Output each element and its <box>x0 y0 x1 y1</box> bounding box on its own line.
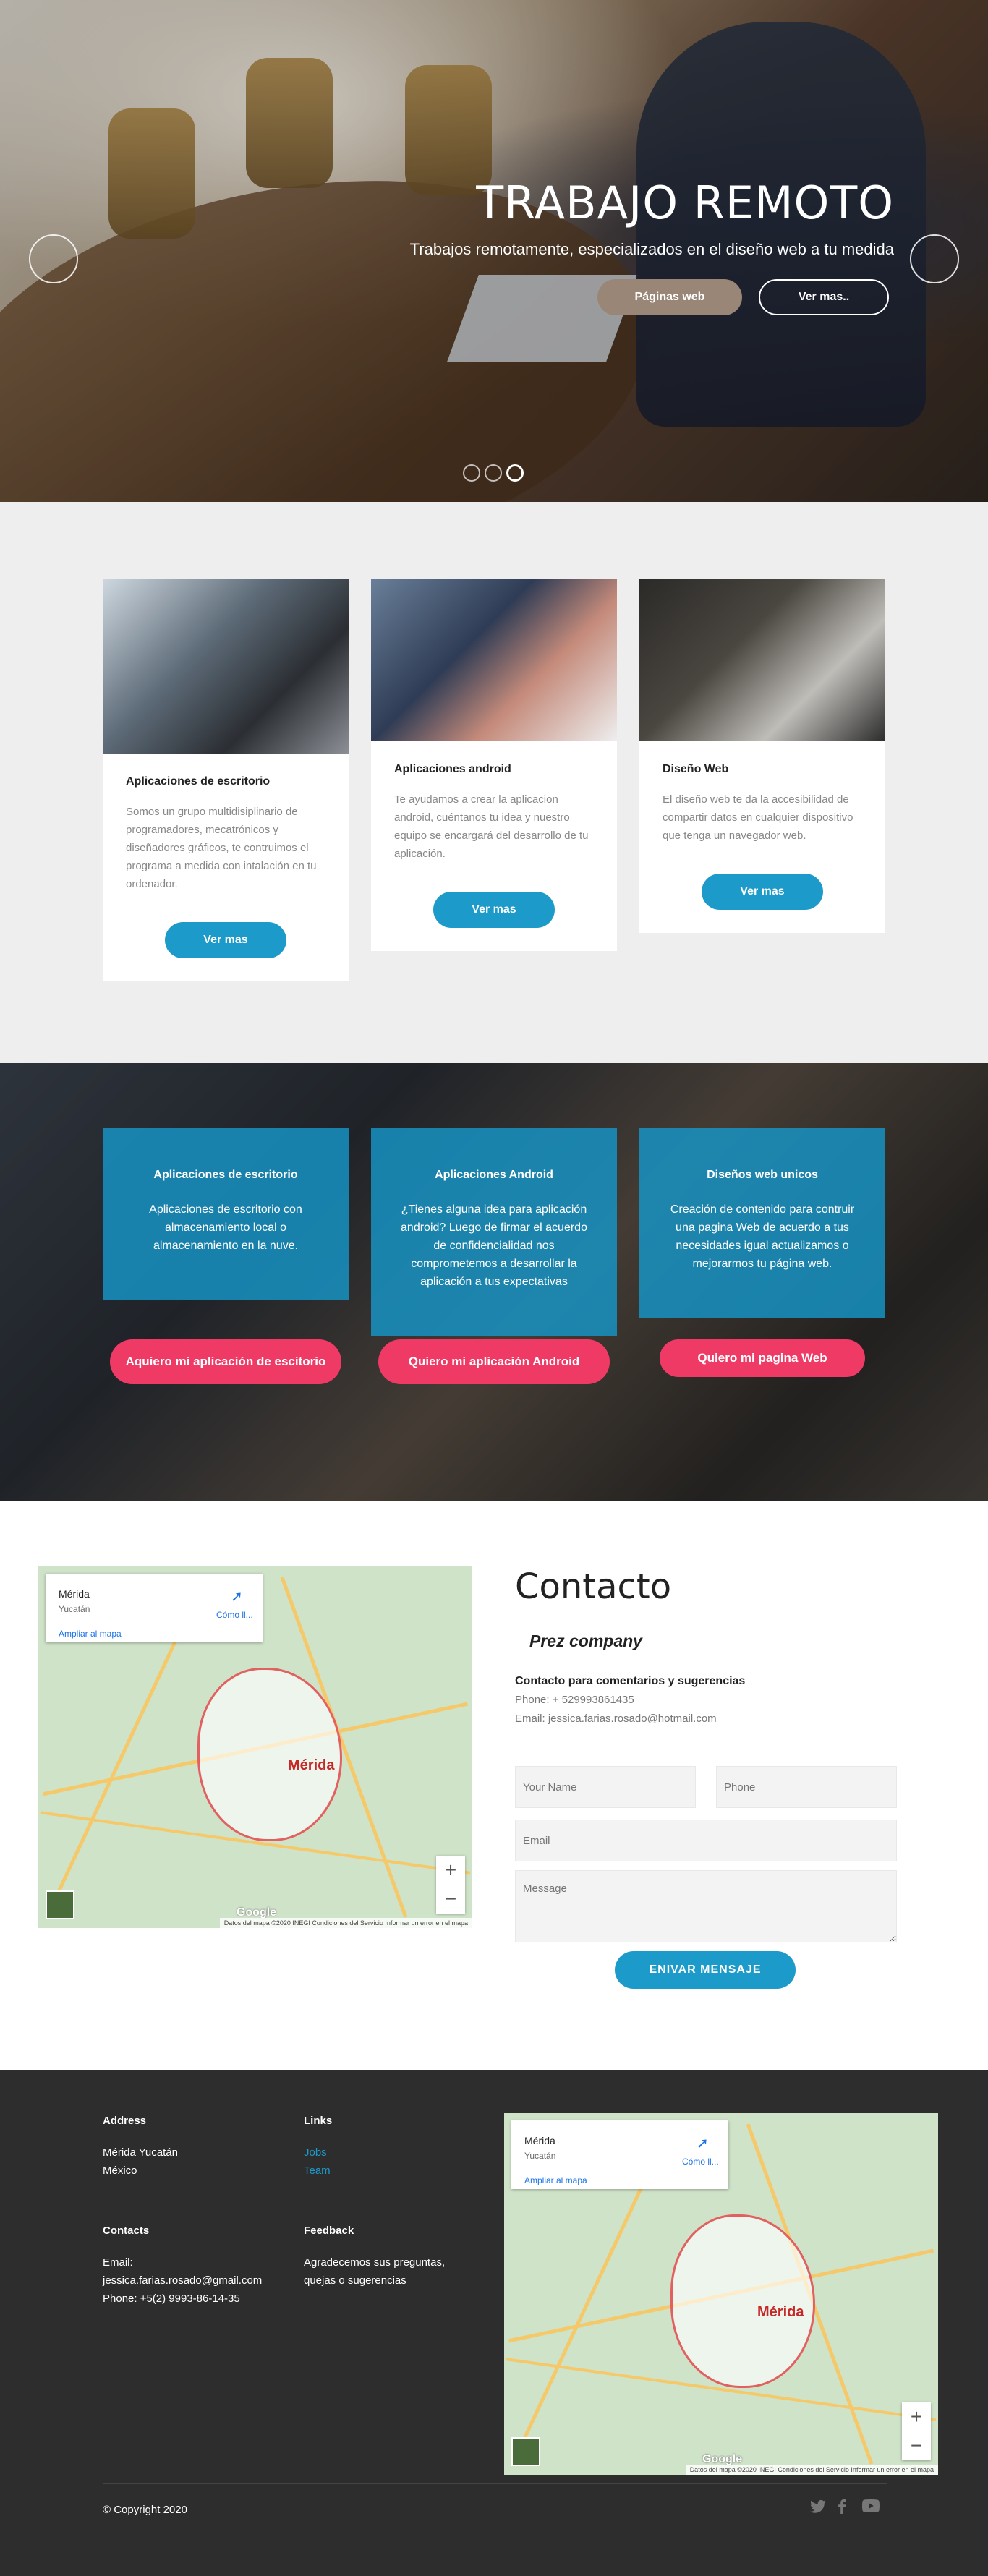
footer-contact-phone: Phone: +5(2) 9993-86-14-35 <box>103 2293 240 2305</box>
offer-title: Aplicaciones de escritorio <box>153 1169 298 1181</box>
footer-address-line: Mérida Yucatán <box>103 2146 178 2159</box>
email-input[interactable] <box>515 1820 897 1861</box>
offer-title: Aplicaciones Android <box>435 1169 553 1181</box>
company-name: Prez company <box>529 1632 642 1650</box>
map-enlarge-link[interactable]: Ampliar al mapa <box>524 2175 587 2185</box>
twitter-icon[interactable] <box>810 2499 826 2518</box>
contact-heading: Contacto <box>515 1566 672 1607</box>
hero-subtitle: Trabajos remotamente, especializados en … <box>409 240 894 258</box>
facebook-icon[interactable] <box>838 2499 846 2518</box>
services-section: Aplicaciones de escritorio Somos un grup… <box>0 502 988 1063</box>
offer-text: ¿Tienes alguna idea para aplicación andr… <box>401 1203 587 1288</box>
service-card-desktop: Aplicaciones de escritorio Somos un grup… <box>103 579 349 981</box>
footer-feedback-title: Feedback <box>304 2225 354 2237</box>
name-input[interactable] <box>515 1766 696 1808</box>
see-more-web-button[interactable]: Ver mas <box>702 874 823 910</box>
phone-input[interactable] <box>716 1766 897 1808</box>
map-attribution: Datos del mapa ©2020 INEGI Condiciones d… <box>219 1918 472 1928</box>
contact-map[interactable]: Mérida Mérida Yucatán ➚ Cómo ll... Ampli… <box>38 1566 472 1928</box>
want-android-app-button[interactable]: Quiero mi aplicación Android <box>378 1339 610 1384</box>
map-region-name: Yucatán <box>524 2151 556 2161</box>
offers-section: Aplicaciones de escritorio Aplicaciones … <box>0 1063 988 1501</box>
service-card-web: Diseño Web El diseño web te da la accesi… <box>639 579 885 933</box>
web-pages-button[interactable]: Páginas web <box>597 279 742 315</box>
youtube-icon[interactable] <box>862 2499 880 2517</box>
zoom-out-icon[interactable]: − <box>436 1885 465 1914</box>
service-card-text: Somos un grupo multidisiplinario de prog… <box>126 806 317 890</box>
map-place-name: Mérida <box>524 2135 555 2146</box>
map-place-name: Mérida <box>59 1588 90 1600</box>
map-region-name: Yucatán <box>59 1604 90 1614</box>
footer-contact-email-label: Email: <box>103 2256 133 2269</box>
zoom-in-icon[interactable]: + <box>436 1856 465 1885</box>
hero-carousel: TRABAJO REMOTO Trabajos remotamente, esp… <box>0 0 988 502</box>
footer-links-title: Links <box>304 2115 333 2127</box>
contact-section: Mérida Mérida Yucatán ➚ Cómo ll... Ampli… <box>0 1501 988 2070</box>
footer-address-title: Address <box>103 2115 147 2127</box>
offer-title: Diseños web unicos <box>707 1169 818 1181</box>
see-more-desktop-button[interactable]: Ver mas <box>165 922 286 958</box>
message-textarea[interactable] <box>515 1870 897 1942</box>
want-web-page-button[interactable]: Quiero mi pagina Web <box>660 1339 865 1377</box>
city-boundary <box>670 2214 815 2388</box>
footer-contacts-title: Contacts <box>103 2225 150 2237</box>
satellite-toggle-icon[interactable] <box>46 1890 74 1919</box>
hero-title: TRABAJO REMOTO <box>476 176 894 229</box>
map-info-card: Mérida Yucatán ➚ Cómo ll... Ampliar al m… <box>511 2120 728 2189</box>
offer-text: Aplicaciones de escritorio con almacenam… <box>149 1203 302 1252</box>
see-more-android-button[interactable]: Ver mas <box>433 892 555 928</box>
carousel-indicators <box>463 464 524 482</box>
offer-box-desktop: Aplicaciones de escritorio Aplicaciones … <box>103 1128 349 1300</box>
service-card-title: Diseño Web <box>663 763 729 775</box>
city-boundary <box>197 1668 342 1841</box>
footer-divider <box>103 2483 887 2484</box>
map-zoom-control: + − <box>436 1856 465 1914</box>
want-desktop-app-button[interactable]: Aquiero mi aplicación de escitorio <box>110 1339 341 1384</box>
see-more-button[interactable]: Ver mas.. <box>759 279 889 315</box>
service-card-image <box>103 579 349 754</box>
service-card-text: Te ayudamos a crear la aplicacion androi… <box>394 793 589 860</box>
service-card-title: Aplicaciones android <box>394 763 511 775</box>
carousel-next-icon[interactable] <box>910 234 959 283</box>
map-city-label: Mérida <box>757 2304 804 2320</box>
map-directions-link[interactable]: Cómo ll... <box>682 2157 719 2167</box>
contact-title: Contacto para comentarios y sugerencias <box>515 1675 746 1687</box>
service-card-image <box>371 579 617 741</box>
map-info-card: Mérida Yucatán ➚ Cómo ll... Ampliar al m… <box>46 1574 263 1642</box>
send-message-button[interactable]: ENIVAR MENSAJE <box>615 1951 796 1989</box>
service-card-text: El diseño web te da la accesibilidad de … <box>663 793 853 842</box>
service-card-android: Aplicaciones android Te ayudamos a crear… <box>371 579 617 951</box>
footer-link-team[interactable]: Team <box>304 2162 331 2180</box>
copyright: © Copyright 2020 <box>103 2504 187 2516</box>
footer-map[interactable]: Mérida Mérida Yucatán ➚ Cómo ll... Ampli… <box>504 2113 938 2475</box>
carousel-dot[interactable] <box>463 464 480 482</box>
zoom-in-icon[interactable]: + <box>902 2402 931 2431</box>
footer-contact-email: jessica.farias.rosado@gmail.com <box>103 2274 263 2287</box>
directions-icon[interactable]: ➚ <box>697 2136 711 2151</box>
map-directions-link[interactable]: Cómo ll... <box>216 1610 253 1620</box>
zoom-out-icon[interactable]: − <box>902 2431 931 2460</box>
service-card-image <box>639 579 885 741</box>
map-attribution: Datos del mapa ©2020 INEGI Condiciones d… <box>685 2465 938 2475</box>
map-zoom-control: + − <box>902 2402 931 2460</box>
offer-text: Creación de contenido para contruir una … <box>670 1203 855 1270</box>
map-enlarge-link[interactable]: Ampliar al mapa <box>59 1629 122 1639</box>
footer-feedback-text: Agradecemos sus preguntas, <box>304 2256 446 2269</box>
offer-box-web: Diseños web unicos Creación de contenido… <box>639 1128 885 1318</box>
carousel-dot-active[interactable] <box>506 464 524 482</box>
carousel-prev-icon[interactable] <box>29 234 78 283</box>
satellite-toggle-icon[interactable] <box>511 2437 540 2466</box>
footer-address-line: México <box>103 2165 137 2177</box>
contact-phone: Phone: + 529993861435 <box>515 1694 634 1706</box>
service-card-title: Aplicaciones de escritorio <box>126 775 271 788</box>
footer: Address Mérida Yucatán México Links Jobs… <box>0 2070 988 2576</box>
footer-link-jobs[interactable]: Jobs <box>304 2144 327 2162</box>
contact-email: Email: jessica.farias.rosado@hotmail.com <box>515 1713 717 1725</box>
carousel-dot[interactable] <box>485 464 502 482</box>
directions-icon[interactable]: ➚ <box>231 1590 245 1604</box>
map-city-label: Mérida <box>288 1757 335 1773</box>
offer-box-android: Aplicaciones Android ¿Tienes alguna idea… <box>371 1128 617 1336</box>
footer-feedback-text: quejas o sugerencias <box>304 2274 406 2287</box>
